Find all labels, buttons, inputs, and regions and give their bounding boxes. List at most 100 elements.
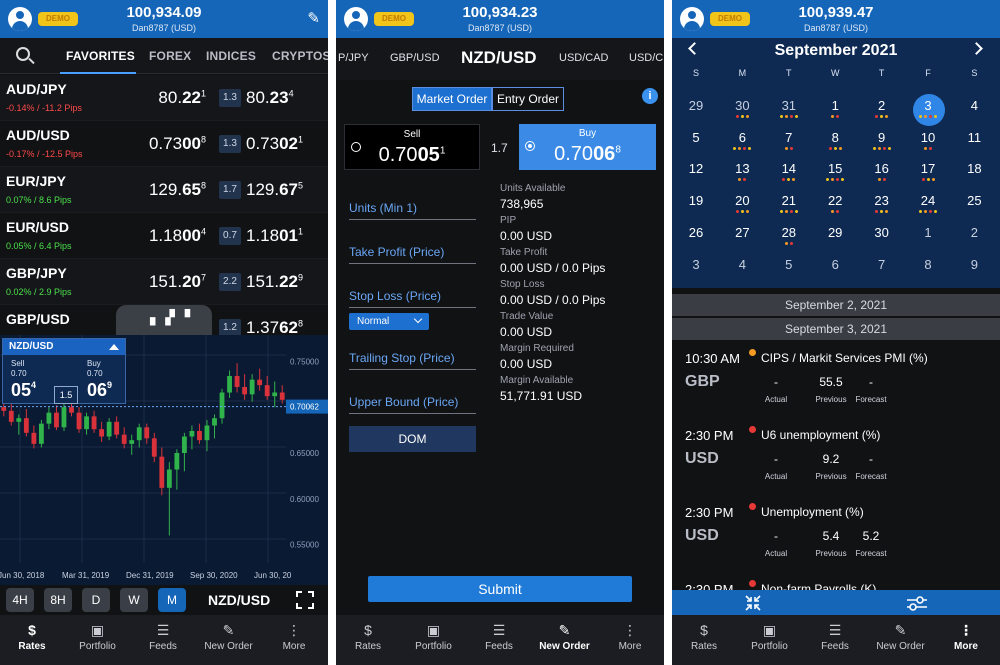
market-order-toggle[interactable]: Market Order	[412, 87, 492, 111]
calendar-day[interactable]: 8	[812, 130, 858, 145]
bid-price[interactable]: 80.221	[140, 88, 206, 108]
nav-more[interactable]: ⋮ More	[598, 619, 662, 652]
calendar-day[interactable]: 16	[859, 161, 905, 176]
calendar-day[interactable]: 3	[673, 257, 719, 272]
calendar-day[interactable]: 7	[766, 130, 812, 145]
timeframe-4h[interactable]: 4H	[6, 588, 34, 612]
calendar-day[interactable]: 3	[905, 98, 951, 113]
edit-pencil-icon[interactable]: ✎	[307, 9, 320, 27]
info-icon[interactable]: i	[642, 88, 658, 104]
nav-more[interactable]: ⋮ More	[262, 619, 326, 652]
calendar-day[interactable]: 18	[951, 161, 997, 176]
ask-price[interactable]: 151.229	[246, 272, 312, 292]
calendar-day[interactable]: 26	[673, 225, 719, 240]
pair-tab[interactable]: USD/CAD	[559, 52, 609, 64]
ticket-buy-button[interactable]: 069	[87, 380, 112, 401]
calendar-day[interactable]: 15	[812, 161, 858, 176]
calendar-day[interactable]: 12	[673, 161, 719, 176]
timeframe-m[interactable]: M	[158, 588, 186, 612]
calendar-day[interactable]: 31	[766, 98, 812, 113]
ask-price[interactable]: 129.675	[246, 180, 312, 200]
pair-tab-selected[interactable]: NZD/USD	[461, 48, 537, 68]
tab-favorites[interactable]: FAVORITES	[66, 49, 135, 63]
dom-button[interactable]: DOM	[349, 426, 476, 452]
ticket-header[interactable]: NZD/USD	[3, 339, 125, 355]
event-title[interactable]: Unemployment (%)	[761, 505, 864, 519]
bid-price[interactable]: 151.207	[140, 272, 206, 292]
nav-new-order[interactable]: ✎ New Order	[869, 619, 933, 652]
units-field[interactable]: Units (Min 1)	[349, 201, 476, 220]
nav-feeds[interactable]: ☰ Feeds	[803, 619, 867, 652]
event-title[interactable]: U6 unemployment (%)	[761, 428, 880, 442]
calendar-day[interactable]: 1	[812, 98, 858, 113]
ask-price[interactable]: 80.234	[246, 88, 312, 108]
nav-portfolio[interactable]: ▣ Portfolio	[402, 619, 466, 652]
calendar-day[interactable]: 10	[905, 130, 951, 145]
calendar-day[interactable]: 1	[905, 225, 951, 240]
nav-portfolio[interactable]: ▣ Portfolio	[66, 619, 130, 652]
trailing-stop-field[interactable]: Trailing Stop (Price)	[349, 351, 476, 370]
calendar-day[interactable]: 27	[719, 225, 765, 240]
calendar-day[interactable]: 4	[951, 98, 997, 113]
pair-tab[interactable]: GBP/USD	[390, 52, 440, 64]
bid-price[interactable]: 1.18004	[140, 226, 206, 246]
take-profit-field[interactable]: Take Profit (Price)	[349, 245, 476, 264]
calendar-day[interactable]: 2	[859, 98, 905, 113]
nav-new-order[interactable]: ✎ New Order	[197, 619, 261, 652]
stop-loss-field[interactable]: Stop Loss (Price)	[349, 289, 476, 308]
bar-chart-icon[interactable]: ▖▗▘▝	[150, 309, 190, 326]
sell-button[interactable]: Sell 0.70051	[344, 124, 480, 170]
nav-rates[interactable]: $ Rates	[0, 619, 64, 652]
date-header[interactable]: September 2, 2021	[672, 294, 1000, 316]
calendar-day[interactable]: 29	[812, 225, 858, 240]
entry-order-toggle[interactable]: Entry Order	[492, 87, 564, 111]
calendar-day[interactable]: 2	[951, 225, 997, 240]
calendar-day[interactable]: 13	[719, 161, 765, 176]
collapse-caret-icon[interactable]	[109, 344, 119, 350]
pair-tab[interactable]: P/JPY	[338, 52, 369, 64]
calendar-day[interactable]: 28	[766, 225, 812, 240]
calendar-day[interactable]: 14	[766, 161, 812, 176]
calendar-day[interactable]: 9	[951, 257, 997, 272]
nav-portfolio[interactable]: ▣ Portfolio	[738, 619, 802, 652]
calendar-day[interactable]: 23	[859, 193, 905, 208]
calendar-day[interactable]: 4	[719, 257, 765, 272]
calendar-day[interactable]: 11	[951, 130, 997, 145]
collapse-icon[interactable]	[744, 594, 762, 612]
rate-row[interactable]: AUD/USD -0.17% / -12.5 Pips 0.73008 1.3 0.73…	[0, 121, 328, 167]
calendar-day[interactable]: 20	[719, 193, 765, 208]
nav-feeds[interactable]: ☰ Feeds	[467, 619, 531, 652]
fullscreen-icon[interactable]	[296, 591, 314, 609]
buy-button[interactable]: Buy 0.70068	[519, 124, 656, 170]
bid-price[interactable]: 0.73008	[140, 134, 206, 154]
calendar-day[interactable]: 8	[905, 257, 951, 272]
nav-more[interactable]: ⋮ More	[934, 619, 998, 652]
submit-button[interactable]: Submit	[368, 576, 632, 602]
timeframe-d[interactable]: D	[82, 588, 110, 612]
calendar-day[interactable]: 9	[859, 130, 905, 145]
chart-symbol[interactable]: NZD/USD	[208, 592, 270, 608]
timeframe-8h[interactable]: 8H	[44, 588, 72, 612]
ask-price[interactable]: 1.18011	[246, 226, 312, 246]
filter-sliders-icon[interactable]	[906, 594, 928, 612]
calendar-day[interactable]: 25	[951, 193, 997, 208]
nav-rates[interactable]: $ Rates	[672, 619, 736, 652]
calendar-day[interactable]: 6	[812, 257, 858, 272]
rate-row[interactable]: EUR/JPY 0.07% / 8.6 Pips 129.658 1.7 129.675	[0, 167, 328, 213]
calendar-day[interactable]: 22	[812, 193, 858, 208]
tab-forex[interactable]: FOREX	[149, 49, 191, 63]
event-title[interactable]: CIPS / Markit Services PMI (%)	[761, 351, 928, 365]
nav-rates[interactable]: $ Rates	[336, 619, 400, 652]
nav-new-order[interactable]: ✎ New Order	[533, 619, 597, 652]
pair-tab[interactable]: USD/C	[629, 52, 663, 64]
ask-price[interactable]: 0.73021	[246, 134, 312, 154]
upper-bound-field[interactable]: Upper Bound (Price)	[349, 395, 476, 414]
timeframe-w[interactable]: W	[120, 588, 148, 612]
calendar-day[interactable]: 29	[673, 98, 719, 113]
nav-feeds[interactable]: ☰ Feeds	[131, 619, 195, 652]
calendar-day[interactable]: 30	[719, 98, 765, 113]
calendar-day[interactable]: 7	[859, 257, 905, 272]
calendar-day[interactable]: 17	[905, 161, 951, 176]
ticket-sell-button[interactable]: 054	[11, 380, 36, 401]
tab-cryptos[interactable]: CRYPTOS	[272, 49, 328, 63]
